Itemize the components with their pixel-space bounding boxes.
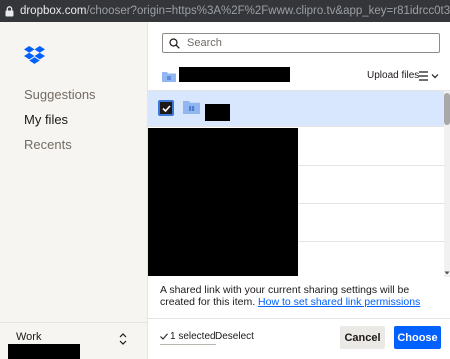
dropbox-logo-icon xyxy=(24,46,45,64)
cancel-button[interactable]: Cancel xyxy=(340,326,385,349)
checkbox-checked[interactable] xyxy=(158,100,174,116)
redacted-file-names xyxy=(148,128,298,276)
url-host: dropbox.com xyxy=(19,5,87,17)
url-path: /chooser?origin=https%3A%2F%2Fwww.clipro… xyxy=(86,5,450,17)
sidebar-item-my-files[interactable]: My files xyxy=(24,111,96,136)
breadcrumb: Upload files xyxy=(148,65,450,87)
url-text[interactable]: dropbox.com/chooser?origin=https%3A%2F%2… xyxy=(20,5,450,17)
list-item[interactable] xyxy=(148,91,444,127)
shared-folder-icon xyxy=(183,101,200,114)
upload-files-button[interactable]: Upload files xyxy=(367,70,419,81)
list-view-icon[interactable] xyxy=(418,70,440,82)
checkmark-icon xyxy=(160,333,168,340)
scrollbar-thumb[interactable] xyxy=(444,93,450,125)
redacted-folder-name xyxy=(179,67,290,82)
deselect-button[interactable]: Deselect xyxy=(215,331,254,342)
search-box[interactable] xyxy=(162,33,440,53)
shared-link-permissions-link[interactable]: How to set shared link permissions xyxy=(258,296,420,308)
scrollbar[interactable] xyxy=(444,91,450,277)
sidebar: Suggestions My files Recents Work xyxy=(0,22,148,359)
folder-icon xyxy=(162,72,176,82)
scroll-down-arrow-icon[interactable] xyxy=(444,269,450,277)
file-list[interactable] xyxy=(148,90,450,277)
main-panel: Upload files xyxy=(148,22,450,359)
lock-icon xyxy=(5,5,14,16)
search-icon xyxy=(169,37,180,49)
selected-count[interactable]: 1 selected xyxy=(160,331,216,345)
choose-button[interactable]: Choose xyxy=(394,326,441,349)
chevron-up-down-icon[interactable] xyxy=(118,332,128,346)
sidebar-nav: Suggestions My files Recents xyxy=(24,86,96,161)
redacted-item-name xyxy=(205,104,230,121)
selected-count-label: 1 selected xyxy=(170,331,216,342)
sidebar-item-recents[interactable]: Recents xyxy=(24,136,96,161)
footer-bar: 1 selected Deselect Cancel Choose xyxy=(148,318,450,359)
redacted-account-email xyxy=(8,344,80,359)
check-icon xyxy=(161,104,171,112)
share-link-notice: A shared link with your current sharing … xyxy=(160,284,442,308)
search-input[interactable] xyxy=(187,37,427,49)
account-switcher[interactable]: Work xyxy=(0,322,148,359)
account-name: Work xyxy=(16,331,42,343)
sidebar-item-suggestions[interactable]: Suggestions xyxy=(24,86,96,111)
browser-url-bar[interactable]: dropbox.com/chooser?origin=https%3A%2F%2… xyxy=(0,0,450,22)
